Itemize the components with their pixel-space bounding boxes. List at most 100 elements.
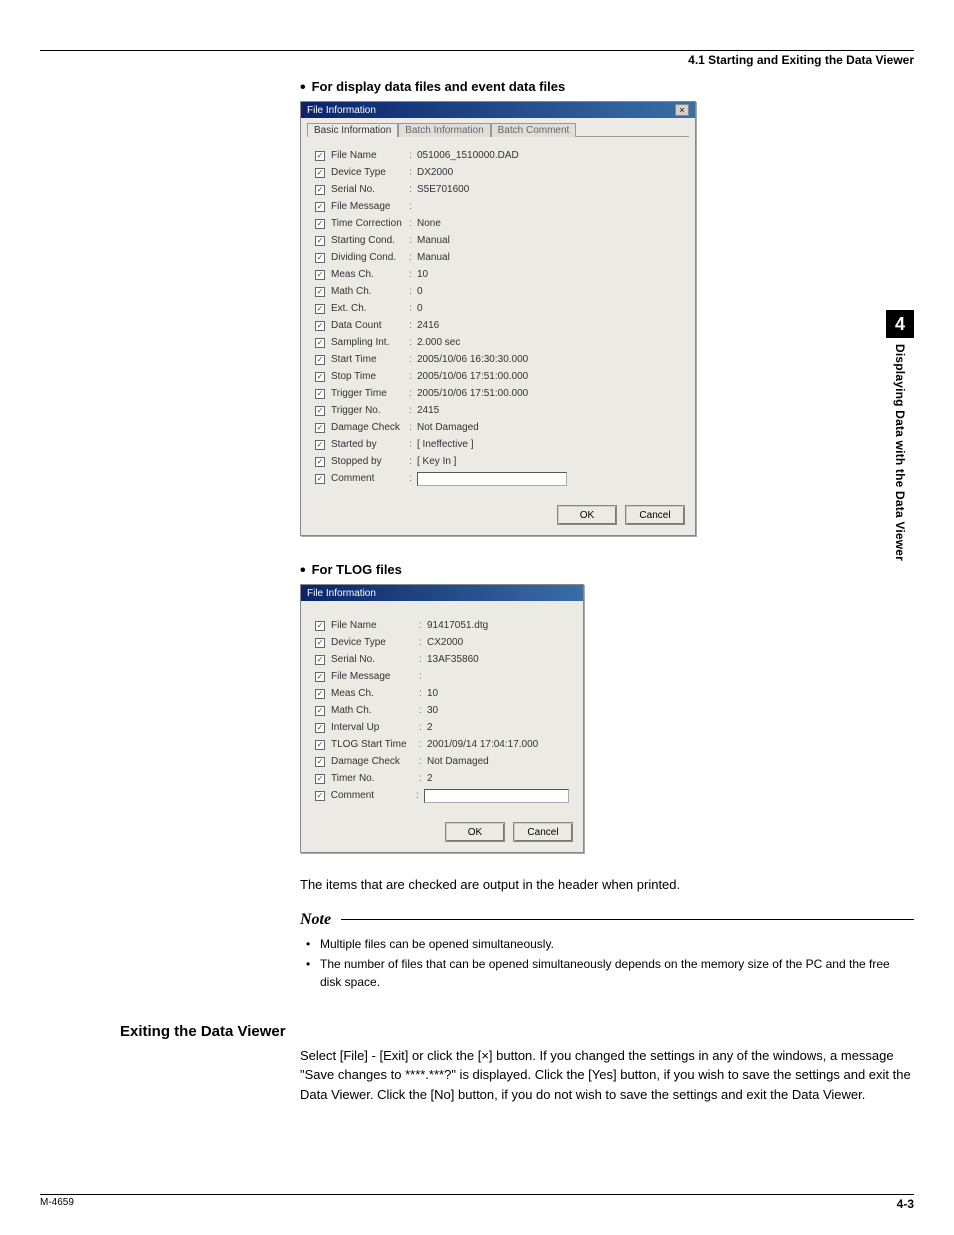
checkbox-icon[interactable]: ✓ xyxy=(315,253,325,263)
footer-right: 4-3 xyxy=(897,1197,914,1211)
field-label: Time Correction xyxy=(331,218,409,229)
colon: : xyxy=(409,269,417,280)
close-icon[interactable]: × xyxy=(675,104,689,116)
field-label: Device Type xyxy=(331,167,409,178)
colon: : xyxy=(409,456,417,467)
field-value: 30 xyxy=(427,705,569,716)
field-row: ✓Serial No.:13AF35860 xyxy=(315,651,569,668)
checkbox-icon[interactable]: ✓ xyxy=(315,706,325,716)
checkbox-icon[interactable]: ✓ xyxy=(315,270,325,280)
ok-button[interactable]: OK xyxy=(445,822,505,842)
checkbox-icon[interactable]: ✓ xyxy=(315,723,325,733)
field-value: Manual xyxy=(417,235,681,246)
field-label: Stopped by xyxy=(331,456,409,467)
tab-basic-information[interactable]: Basic Information xyxy=(307,123,398,137)
field-row: ✓Meas Ch.:10 xyxy=(315,266,681,283)
tab-batch-comment[interactable]: Batch Comment xyxy=(491,123,577,137)
checkbox-icon[interactable]: ✓ xyxy=(315,202,325,212)
field-row: ✓Trigger No.:2415 xyxy=(315,402,681,419)
checkbox-icon[interactable]: ✓ xyxy=(315,406,325,416)
dialog1-fields: ✓File Name:051006_1510000.DAD✓Device Typ… xyxy=(301,137,695,497)
checkbox-icon[interactable]: ✓ xyxy=(315,355,325,365)
field-label: File Message xyxy=(331,201,409,212)
field-value: CX2000 xyxy=(427,637,569,648)
field-row: ✓ File Message: xyxy=(315,668,569,685)
checkbox-icon[interactable]: ✓ xyxy=(315,236,325,246)
colon: : xyxy=(409,405,417,416)
checkbox-icon[interactable]: ✓ xyxy=(315,168,325,178)
field-row: ✓Interval Up:2 xyxy=(315,719,569,736)
field-label: File Message xyxy=(331,671,419,682)
field-label: Math Ch. xyxy=(331,705,419,716)
page-footer: M-4659 4-3 xyxy=(40,1194,914,1211)
dialog1-tabs: Basic Information Batch Information Batc… xyxy=(301,118,695,136)
field-value: [ Ineffective ] xyxy=(417,439,681,450)
checkbox-icon[interactable]: ✓ xyxy=(315,757,325,767)
field-label: Starting Cond. xyxy=(331,235,409,246)
checkbox-icon[interactable]: ✓ xyxy=(315,440,325,450)
field-label: Dividing Cond. xyxy=(331,252,409,263)
field-value: 2005/10/06 16:30:30.000 xyxy=(417,354,681,365)
field-label: Serial No. xyxy=(331,184,409,195)
colon: : xyxy=(409,150,417,161)
field-value: DX2000 xyxy=(417,167,681,178)
field-label: Trigger Time xyxy=(331,388,409,399)
section-exiting-title: Exiting the Data Viewer xyxy=(120,1023,914,1040)
checkbox-icon[interactable]: ✓ xyxy=(315,321,325,331)
field-row: ✓Math Ch.:0 xyxy=(315,283,681,300)
checkbox-icon[interactable]: ✓ xyxy=(315,304,325,314)
checkbox-icon[interactable]: ✓ xyxy=(315,457,325,467)
checkbox-icon[interactable]: ✓ xyxy=(315,774,325,784)
tab-batch-information[interactable]: Batch Information xyxy=(398,123,490,137)
field-value: 2416 xyxy=(417,320,681,331)
colon: : xyxy=(419,671,427,682)
colon: : xyxy=(419,722,427,733)
cancel-button[interactable]: Cancel xyxy=(625,505,685,525)
checkbox-icon[interactable]: ✓ xyxy=(315,655,325,665)
checkbox-icon[interactable]: ✓ xyxy=(315,219,325,229)
field-row: ✓Sampling Int.:2.000 sec xyxy=(315,334,681,351)
field-label: Started by xyxy=(331,439,409,450)
checkbox-icon[interactable]: ✓ xyxy=(315,638,325,648)
header-section: 4.1 Starting and Exiting the Data Viewer xyxy=(688,53,914,67)
checkbox-icon[interactable]: ✓ xyxy=(315,287,325,297)
checkbox-icon[interactable]: ✓ xyxy=(315,672,325,682)
comment-input[interactable] xyxy=(417,472,567,486)
checkbox-icon[interactable]: ✓ xyxy=(315,151,325,161)
field-value: 2.000 sec xyxy=(417,337,681,348)
comment-input[interactable] xyxy=(424,789,569,803)
checkbox-icon[interactable]: ✓ xyxy=(315,740,325,750)
field-label: Damage Check xyxy=(331,422,409,433)
checkbox-icon[interactable]: ✓ xyxy=(315,474,325,484)
checkbox-icon[interactable]: ✓ xyxy=(315,423,325,433)
field-label: Comment xyxy=(331,790,416,801)
field-value: 10 xyxy=(427,688,569,699)
checkbox-icon[interactable]: ✓ xyxy=(315,185,325,195)
colon: : xyxy=(416,790,424,801)
field-value: S5E701600 xyxy=(417,184,681,195)
field-value: None xyxy=(417,218,681,229)
checkbox-icon[interactable]: ✓ xyxy=(315,389,325,399)
bullet-display-event: •For display data files and event data f… xyxy=(300,79,914,97)
colon: : xyxy=(419,620,427,631)
checkbox-icon[interactable]: ✓ xyxy=(315,621,325,631)
field-row: ✓Damage Check:Not Damaged xyxy=(315,753,569,770)
ok-button[interactable]: OK xyxy=(557,505,617,525)
checkbox-icon[interactable]: ✓ xyxy=(315,338,325,348)
colon: : xyxy=(409,388,417,399)
field-value: 2001/09/14 17:04:17.000 xyxy=(427,739,569,750)
checkbox-icon[interactable]: ✓ xyxy=(315,791,325,801)
field-row: ✓File Name:91417051.dtg xyxy=(315,617,569,634)
colon: : xyxy=(419,739,427,750)
field-row: ✓Start Time:2005/10/06 16:30:30.000 xyxy=(315,351,681,368)
cancel-button[interactable]: Cancel xyxy=(513,822,573,842)
colon: : xyxy=(409,235,417,246)
field-value: 2 xyxy=(427,722,569,733)
colon: : xyxy=(409,167,417,178)
checkbox-icon[interactable]: ✓ xyxy=(315,689,325,699)
checkbox-icon[interactable]: ✓ xyxy=(315,372,325,382)
colon: : xyxy=(409,252,417,263)
colon: : xyxy=(419,773,427,784)
colon: : xyxy=(409,439,417,450)
file-information-dialog-1: File Information × Basic Information Bat… xyxy=(300,101,696,536)
